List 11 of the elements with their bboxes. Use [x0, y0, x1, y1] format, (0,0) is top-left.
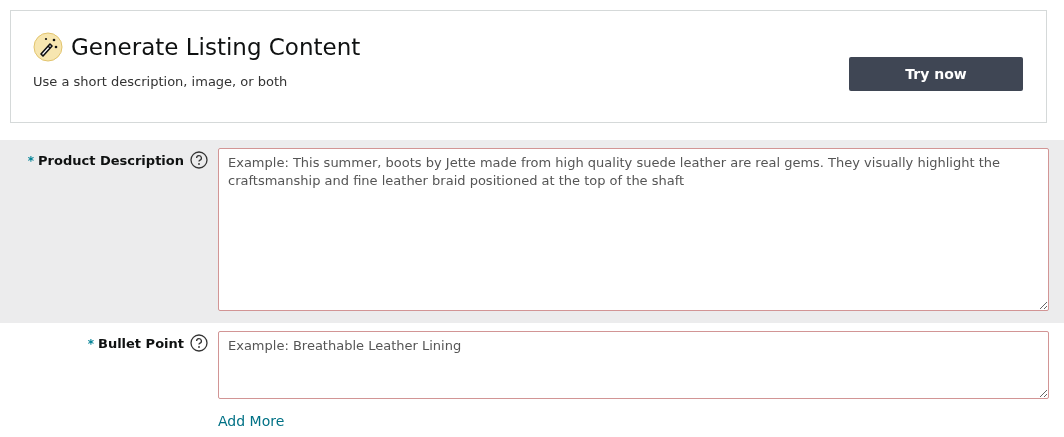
- banner-subtitle: Use a short description, image, or both: [33, 72, 288, 91]
- banner-title: Generate Listing Content: [71, 33, 361, 62]
- field-label: * Bullet Point: [87, 335, 184, 353]
- add-more-link[interactable]: Add More: [218, 411, 285, 432]
- help-icon[interactable]: [190, 151, 208, 169]
- magic-wand-icon: [33, 32, 63, 62]
- help-icon[interactable]: [190, 334, 208, 352]
- field-label: * Product Description: [27, 152, 184, 170]
- text-area[interactable]: Example: Breathable Leather Lining: [218, 331, 1049, 399]
- try-now-button[interactable]: Try now: [849, 57, 1023, 91]
- text-area[interactable]: Example: This summer, boots by Jette made from high quality suede leather are real gems. They visually highlight the craftsmanship and fine leather braid positioned at the top of the shaft: [218, 148, 1049, 311]
